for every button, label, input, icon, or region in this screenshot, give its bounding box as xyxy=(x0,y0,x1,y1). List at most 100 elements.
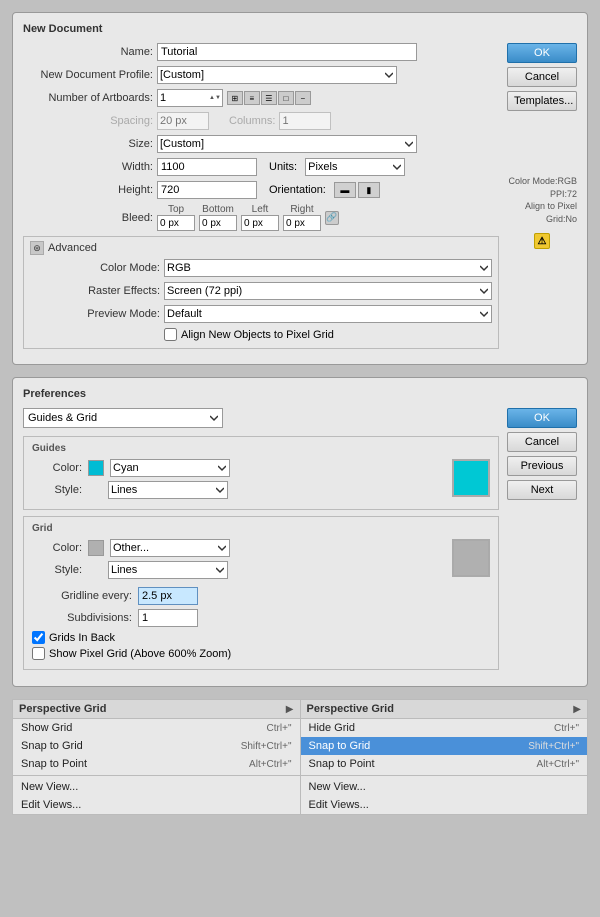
left-new-view-item[interactable]: New View... xyxy=(13,778,300,796)
orientation-buttons: ▬ ▮ xyxy=(334,182,380,198)
warning-icon: ⚠ xyxy=(534,233,550,249)
collapse-icon[interactable]: ⊛ xyxy=(30,241,44,255)
single-icon[interactable]: □ xyxy=(278,91,294,105)
profile-row: New Document Profile: [Custom] xyxy=(23,66,499,84)
bleed-row: Bleed: Top Bottom Left xyxy=(23,204,499,231)
guides-color-select[interactable]: Cyan xyxy=(110,459,230,477)
left-snap-grid-item[interactable]: Snap to Grid Shift+Ctrl+" xyxy=(13,737,300,755)
units-select[interactable]: Pixels xyxy=(305,158,405,176)
width-label: Width: xyxy=(23,161,153,173)
guides-color-label: Color: xyxy=(32,462,82,474)
bleed-left-input[interactable] xyxy=(242,217,278,230)
ppi-info: PPI:72 xyxy=(507,188,577,201)
left-show-grid-shortcut: Ctrl+" xyxy=(267,723,292,734)
pref-ok-button[interactable]: OK xyxy=(507,408,577,428)
left-snap-point-shortcut: Alt+Ctrl+" xyxy=(249,759,291,770)
guides-style-select[interactable]: Lines xyxy=(108,481,228,499)
remove-icon[interactable]: − xyxy=(295,91,311,105)
color-mode-label: Color Mode: xyxy=(30,262,160,274)
profile-label: New Document Profile: xyxy=(23,69,153,81)
left-menu-arrow-icon: ▶ xyxy=(286,704,294,715)
bleed-right-input[interactable] xyxy=(284,217,320,230)
advanced-label: Advanced xyxy=(48,242,97,254)
advanced-section: ⊛ Advanced Color Mode: RGB Raster Effect… xyxy=(23,236,499,349)
bleed-right-label: Right xyxy=(290,204,313,215)
right-new-view-label: New View... xyxy=(309,781,366,793)
preferences-dialog: Preferences Guides & Grid Guides Color: xyxy=(12,377,588,687)
right-new-view-item[interactable]: New View... xyxy=(301,778,588,796)
artboards-input[interactable] xyxy=(158,90,208,106)
height-input[interactable] xyxy=(157,181,257,199)
artboards-row: Number of Artboards: ▲▼ ⊞ ≡ ☰ □ − xyxy=(23,89,499,107)
previous-button[interactable]: Previous xyxy=(507,456,577,476)
guides-color-row: Color: Cyan xyxy=(32,459,444,477)
grid-color-swatch[interactable] xyxy=(88,540,104,556)
color-mode-row: Color Mode: RGB xyxy=(30,259,492,277)
bleed-left-col: Left xyxy=(241,204,279,231)
left-menu-header: Perspective Grid ▶ xyxy=(13,700,300,719)
right-hide-grid-item[interactable]: Hide Grid Ctrl+" xyxy=(301,719,588,737)
right-menu-header: Perspective Grid ▶ xyxy=(301,700,588,719)
grid-style-select[interactable]: Lines xyxy=(108,561,228,579)
bleed-top-col: Top xyxy=(157,204,195,231)
bleed-lock-icon[interactable]: 🔗 xyxy=(325,211,339,225)
width-input[interactable] xyxy=(157,158,257,176)
right-snap-grid-shortcut: Shift+Ctrl+" xyxy=(528,741,579,752)
bleed-left-label: Left xyxy=(252,204,269,215)
left-show-grid-label: Show Grid xyxy=(21,722,72,734)
size-label: Size: xyxy=(23,138,153,150)
spacing-spinner xyxy=(157,112,209,130)
subdivisions-input[interactable] xyxy=(138,609,198,627)
color-mode-select[interactable]: RGB xyxy=(164,259,492,277)
right-snap-grid-item[interactable]: Snap to Grid Shift+Ctrl+" xyxy=(301,737,588,755)
next-button[interactable]: Next xyxy=(507,480,577,500)
landscape-button[interactable]: ▮ xyxy=(358,182,380,198)
category-select[interactable]: Guides & Grid xyxy=(23,408,223,428)
size-select[interactable]: [Custom] xyxy=(157,135,417,153)
bleed-bottom-input[interactable] xyxy=(200,217,236,230)
bleed-right-col: Right xyxy=(283,204,321,231)
row-icon[interactable]: ≡ xyxy=(244,91,260,105)
raster-select[interactable]: Screen (72 ppi) xyxy=(164,282,492,300)
profile-select[interactable]: [Custom] xyxy=(157,66,397,84)
subdivisions-row: Subdivisions: xyxy=(32,609,490,627)
height-label: Height: xyxy=(23,184,153,196)
width-row: Width: Units: Pixels xyxy=(23,158,499,176)
grids-in-back-label: Grids In Back xyxy=(49,632,115,644)
gridline-input[interactable] xyxy=(138,587,198,605)
cancel-button[interactable]: Cancel xyxy=(507,67,577,87)
color-mode-info: Color Mode:RGB xyxy=(507,175,577,188)
right-edit-views-item[interactable]: Edit Views... xyxy=(301,796,588,814)
guides-color-swatch[interactable] xyxy=(88,460,104,476)
ok-button[interactable]: OK xyxy=(507,43,577,63)
left-show-grid-item[interactable]: Show Grid Ctrl+" xyxy=(13,719,300,737)
right-snap-point-item[interactable]: Snap to Point Alt+Ctrl+" xyxy=(301,755,588,773)
align-checkbox-row: Align New Objects to Pixel Grid xyxy=(30,328,492,341)
advanced-header: ⊛ Advanced xyxy=(30,241,492,255)
preferences-buttons: OK Cancel Previous Next xyxy=(507,408,577,676)
grids-in-back-row: Grids In Back xyxy=(32,631,490,644)
grids-in-back-checkbox[interactable] xyxy=(32,631,45,644)
spacing-input xyxy=(158,113,208,129)
bleed-top-input[interactable] xyxy=(158,217,194,230)
portrait-button[interactable]: ▬ xyxy=(334,182,356,198)
left-edit-views-item[interactable]: Edit Views... xyxy=(13,796,300,814)
grid-color-select[interactable]: Other... xyxy=(110,539,230,557)
col-icon[interactable]: ☰ xyxy=(261,91,277,105)
preview-row: Preview Mode: Default xyxy=(30,305,492,323)
right-separator xyxy=(301,775,588,776)
left-snap-point-item[interactable]: Snap to Point Alt+Ctrl+" xyxy=(13,755,300,773)
right-hide-grid-label: Hide Grid xyxy=(309,722,355,734)
templates-button[interactable]: Templates... xyxy=(507,91,577,111)
artboards-spinner[interactable]: ▲▼ xyxy=(157,89,223,107)
name-row: Name: xyxy=(23,43,499,61)
pref-cancel-button[interactable]: Cancel xyxy=(507,432,577,452)
show-pixel-grid-checkbox[interactable] xyxy=(32,647,45,660)
columns-input xyxy=(280,113,330,129)
grid-icon[interactable]: ⊞ xyxy=(227,91,243,105)
raster-row: Raster Effects: Screen (72 ppi) xyxy=(30,282,492,300)
align-checkbox[interactable] xyxy=(164,328,177,341)
preview-select[interactable]: Default xyxy=(164,305,492,323)
guides-style-label: Style: xyxy=(32,484,82,496)
name-input[interactable] xyxy=(157,43,417,61)
